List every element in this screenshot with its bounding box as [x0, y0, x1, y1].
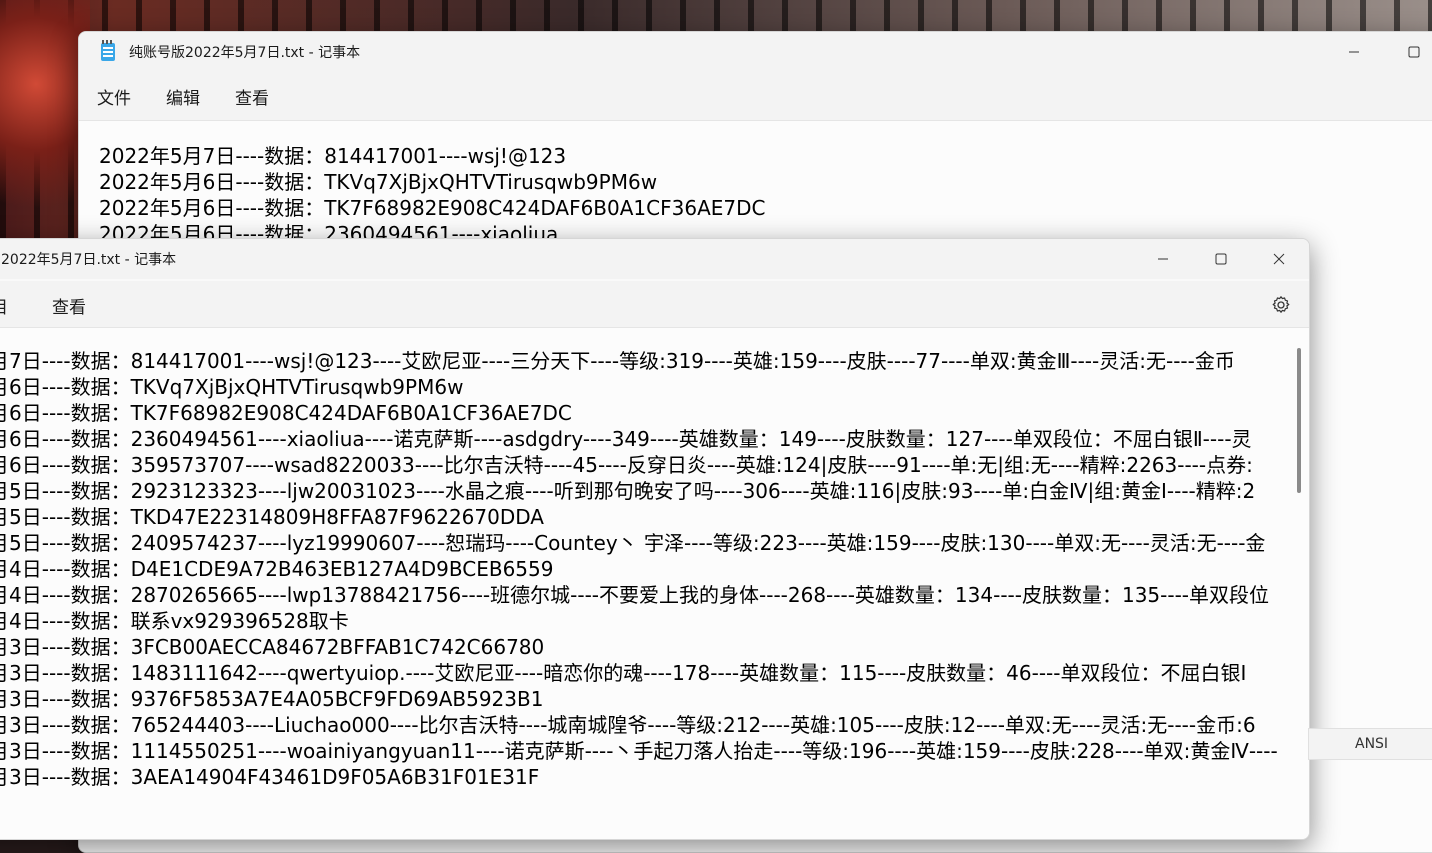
menu-edit[interactable]: 目: [0, 293, 8, 318]
text-line: 月3日----数据：1483111642----qwertyuiop.----艾…: [0, 661, 1247, 685]
menu-bar: 文件 编辑 查看: [79, 72, 1432, 120]
text-line: 月5日----数据：2923123323----ljw20031023----水…: [0, 479, 1256, 503]
close-button[interactable]: [1250, 239, 1308, 279]
menu-bar: 目 查看: [0, 281, 1309, 329]
text-line: 月7日----数据：814417001----wsj!@123----艾欧尼亚-…: [0, 349, 1235, 373]
encoding-label: ANSI: [1355, 736, 1389, 752]
notepad-icon: [101, 40, 115, 61]
wallpaper-glow: [0, 0, 90, 240]
text-line: 月3日----数据：3FCB00AECCA84672BFFAB1C742C667…: [0, 635, 545, 659]
text-line: 月6日----数据：2360494561----xiaoliua----诺克萨斯…: [0, 427, 1252, 451]
text-line: 月5日----数据：2409574237----lyz19990607----恕…: [0, 531, 1266, 555]
menu-view[interactable]: 查看: [235, 84, 269, 109]
text-line: 月4日----数据：D4E1CDE9A72B463EB127A4D9BCEB65…: [0, 557, 554, 581]
menu-file[interactable]: 文件: [97, 84, 131, 109]
text-content: 月7日----数据：814417001----wsj!@123----艾欧尼亚-…: [0, 348, 1309, 828]
settings-button[interactable]: [1271, 295, 1291, 319]
close-icon: [1273, 253, 1285, 265]
window-title: 2022年5月7日.txt - 记事本: [1, 252, 177, 268]
maximize-button[interactable]: [1385, 32, 1432, 72]
gear-icon: [1272, 296, 1290, 313]
menu-view[interactable]: 查看: [52, 293, 86, 318]
text-line: 月3日----数据：9376F5853A7E4A05BCF9FD69AB5923…: [0, 687, 544, 711]
maximize-icon: [1215, 253, 1227, 265]
minimize-icon: [1158, 258, 1168, 260]
title-bar[interactable]: 2022年5月7日.txt - 记事本: [0, 239, 1309, 279]
text-line: 月3日----数据：765244403----Liuchao000----比尔吉…: [0, 713, 1256, 737]
status-bar-encoding: ANSI: [1308, 728, 1432, 760]
vertical-scrollbar[interactable]: [1297, 348, 1301, 493]
maximize-button[interactable]: [1192, 239, 1250, 279]
maximize-icon: [1408, 46, 1420, 58]
minimize-button[interactable]: [1325, 32, 1383, 72]
text-line: 月4日----数据：联系vx929396528取卡: [0, 609, 349, 633]
text-line: 2022年5月6日----数据：TK7F68982E908C424DAF6B0A…: [99, 196, 766, 220]
minimize-icon: [1349, 51, 1359, 53]
window-title: 纯账号版2022年5月7日.txt - 记事本: [129, 45, 361, 61]
menu-edit[interactable]: 编辑: [166, 84, 200, 109]
text-line: 月6日----数据：TK7F68982E908C424DAF6B0A1CF36A…: [0, 401, 572, 425]
notepad-window-front[interactable]: 2022年5月7日.txt - 记事本 目 查看 月7日----数据：81441…: [0, 238, 1310, 840]
text-line: 2022年5月6日----数据：TKVq7XjBjxQHTVTirusqwb9P…: [99, 170, 658, 194]
text-line: 月3日----数据：1114550251----woainiyangyuan11…: [0, 739, 1278, 763]
text-line: 2022年5月7日----数据：814417001----wsj!@123: [99, 144, 567, 168]
text-line: 月6日----数据：359573707----wsad8220033----比尔…: [0, 453, 1253, 477]
text-editor[interactable]: 月7日----数据：814417001----wsj!@123----艾欧尼亚-…: [0, 327, 1309, 839]
text-line: 月4日----数据：2870265665----lwp13788421756--…: [0, 583, 1270, 607]
minimize-button[interactable]: [1134, 239, 1192, 279]
title-bar[interactable]: 纯账号版2022年5月7日.txt - 记事本: [79, 32, 1432, 72]
text-line: 月3日----数据：3AEA14904F43461D9F05A6B31F01E3…: [0, 765, 540, 789]
text-line: 月6日----数据：TKVq7XjBjxQHTVTirusqwb9PM6w: [0, 375, 464, 399]
text-line: 月5日----数据：TKD47E22314809H8FFA87F9622670D…: [0, 505, 544, 529]
